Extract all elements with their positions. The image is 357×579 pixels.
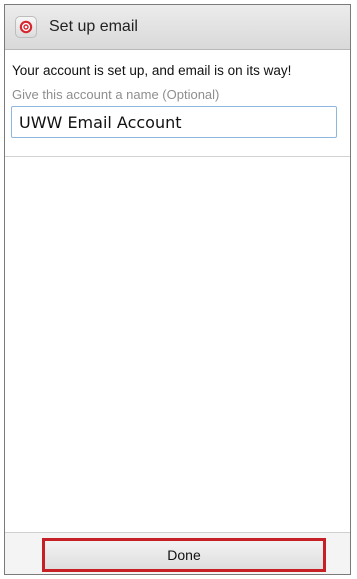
account-name-input[interactable] — [11, 106, 337, 138]
done-button[interactable]: Done — [42, 538, 326, 572]
main-content: Your account is set up, and email is on … — [5, 50, 350, 138]
email-app-icon — [15, 16, 37, 38]
setup-email-screen: Set up email Your account is set up, and… — [4, 4, 351, 575]
at-sign-icon — [19, 20, 33, 34]
title-bar: Set up email — [5, 5, 350, 50]
account-name-label: Give this account a name (Optional) — [12, 87, 220, 102]
setup-complete-message: Your account is set up, and email is on … — [12, 63, 292, 78]
content-divider — [5, 156, 350, 157]
page-title: Set up email — [49, 18, 138, 35]
bottom-action-bar: Done — [5, 532, 350, 574]
